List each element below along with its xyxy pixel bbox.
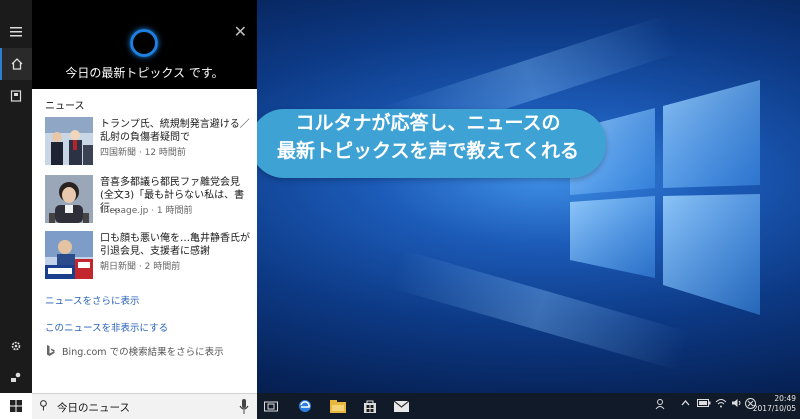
news-source: 朝日新聞 <box>100 262 137 272</box>
cortana-panel: 今日の最新トピックス です。 ✕ ニュース トランプ氏、統規制発言避ける／乱射の… <box>0 0 257 419</box>
microphone-icon[interactable] <box>239 399 249 415</box>
news-time: 1 時間前 <box>156 206 193 216</box>
wifi-icon[interactable] <box>715 398 727 411</box>
hamburger-menu-icon[interactable] <box>0 16 32 48</box>
battery-icon[interactable] <box>697 398 711 411</box>
news-source: 四国新聞 <box>100 148 137 158</box>
news-item[interactable]: 音喜多都議ら都民ファ離党会見(全文3)「最も計らない私は、書行… thepage… <box>45 175 250 223</box>
news-source: thepage.jp <box>100 206 149 216</box>
search-box[interactable]: ⚲ 今日のニュース <box>32 393 257 419</box>
bing-search-text: Bing.com での検索結果をさらに表示 <box>62 347 224 358</box>
callout-line-2: 最新トピックスを声で教えてくれる <box>277 140 579 162</box>
news-thumbnail <box>45 175 93 223</box>
search-input[interactable]: 今日のニュース <box>57 400 130 415</box>
mail-icon[interactable] <box>392 395 410 417</box>
chevron-up-icon[interactable] <box>681 398 690 411</box>
search-icon: ⚲ <box>39 398 48 412</box>
callout-bubble: コルタナが応答し、ニュースの 最新トピックスを声で教えてくれる <box>250 109 606 178</box>
news-meta: 四国新聞 · 12 時間前 <box>100 148 186 158</box>
news-item[interactable]: 口も顔も悪い俺を…亀井静香氏が引退会見、支援者に感謝 朝日新聞 · 2 時間前 <box>45 231 250 279</box>
close-icon[interactable]: ✕ <box>234 22 247 41</box>
task-view-icon[interactable] <box>262 395 280 417</box>
news-meta: 朝日新聞 · 2 時間前 <box>100 262 181 272</box>
news-item[interactable]: トランプ氏、統規制発言避ける／乱射の負傷者疑問で 四国新聞 · 12 時間前 <box>45 117 250 165</box>
cortana-header: 今日の最新トピックス です。 ✕ <box>32 0 257 89</box>
clock-date: 2017/10/05 <box>752 404 796 413</box>
windows-logo-light <box>570 80 760 315</box>
feedback-icon[interactable] <box>0 361 32 393</box>
news-time: 12 時間前 <box>144 148 186 158</box>
news-title: 口も顔も悪い俺を…亀井静香氏が引退会見、支援者に感謝 <box>100 233 250 257</box>
news-section-title: ニュース <box>45 101 85 112</box>
bing-search-link[interactable]: Bing.com での検索結果をさらに表示 <box>45 344 224 358</box>
notebook-icon[interactable] <box>0 80 32 112</box>
volume-icon[interactable] <box>731 398 743 411</box>
news-thumbnail <box>45 231 93 279</box>
news-time: 2 時間前 <box>144 262 181 272</box>
edge-browser-icon[interactable] <box>296 395 314 417</box>
home-icon[interactable] <box>0 48 32 80</box>
windows-start-icon <box>10 400 22 412</box>
bing-icon <box>47 345 55 356</box>
news-title: トランプ氏、統規制発言避ける／乱射の負傷者疑問で <box>100 119 250 143</box>
file-explorer-icon[interactable] <box>329 395 347 417</box>
cortana-ring-icon <box>130 29 158 57</box>
more-news-link[interactable]: ニュースをさらに表示 <box>45 293 140 307</box>
news-meta: thepage.jp · 1 時間前 <box>100 206 193 216</box>
callout-line-1: コルタナが応答し、ニュースの <box>295 112 561 134</box>
people-icon[interactable] <box>655 398 667 413</box>
cortana-rail <box>0 0 32 393</box>
news-thumbnail <box>45 117 93 165</box>
hide-news-link[interactable]: このニュースを非表示にする <box>45 320 168 334</box>
clock-time: 20:49 <box>774 394 796 403</box>
start-button[interactable] <box>0 393 32 419</box>
taskbar-clock[interactable]: 20:49 2017/10/05 <box>753 394 796 414</box>
gear-icon[interactable] <box>0 330 32 362</box>
cortana-header-text: 今日の最新トピックス です。 <box>65 66 224 80</box>
store-icon[interactable] <box>361 395 379 417</box>
